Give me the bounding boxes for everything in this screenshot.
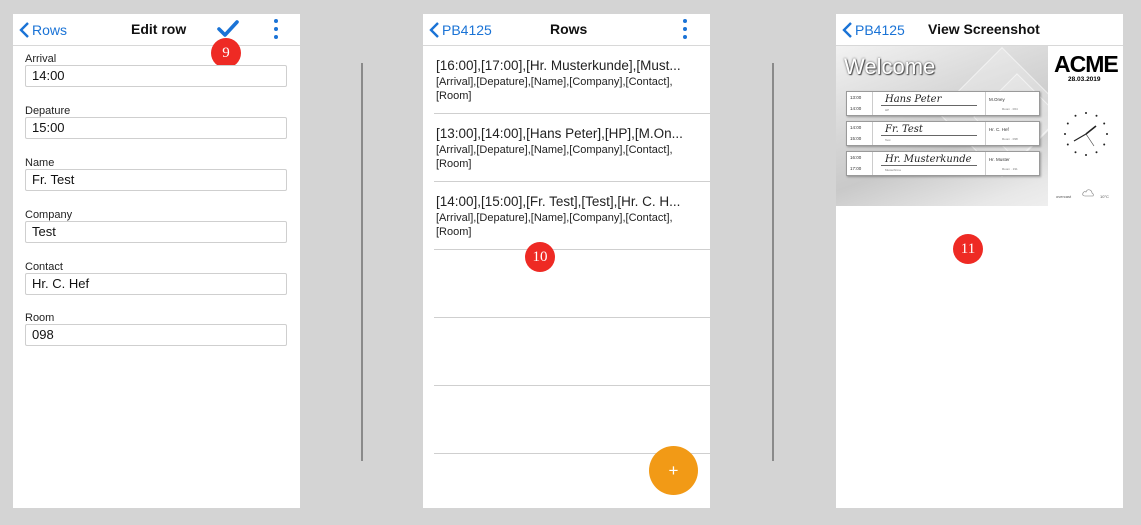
guest-card: 16:00 17:00 Hr. Musterkunde Musterfirma H…: [846, 151, 1040, 176]
list-item[interactable]: [14:00],[15:00],[Fr. Test],[Test],[Hr. C…: [434, 182, 710, 250]
departure-label: Depature: [25, 105, 71, 117]
name-field[interactable]: Fr. Test: [25, 169, 287, 191]
card-name: Hans Peter: [885, 94, 942, 105]
row-subtitle: [Arrival],[Depature],[Name],[Company],[C…: [436, 76, 673, 102]
info-panel: ACME 28.03.2019 overcast 10°C: [1048, 46, 1123, 206]
card-name: Fr. Test: [885, 124, 923, 135]
add-row-button[interactable]: +: [649, 446, 698, 495]
edit-row-screen: Rows Edit row 9 Arrival 14:00 Depature 1…: [13, 14, 300, 508]
card-times: 16:00 17:00: [847, 152, 873, 175]
weather-text: overcast: [1056, 194, 1072, 199]
checkmark-icon[interactable]: [216, 19, 240, 39]
row-subtitle: [Arrival],[Depature],[Name],[Company],[C…: [436, 212, 673, 238]
chevron-left-icon: [429, 22, 439, 38]
acme-logo: ACME: [1054, 51, 1119, 77]
chevron-left-icon: [842, 22, 852, 38]
divider: [772, 63, 774, 461]
card-company: HP: [885, 108, 890, 112]
row-title: [16:00],[17:00],[Hr. Musterkunde],[Must.…: [436, 58, 681, 73]
company-label: Company: [25, 209, 73, 221]
card-room: Room · 098: [1002, 137, 1018, 141]
card-times: 14:00 15:00: [847, 122, 873, 145]
more-menu-icon[interactable]: [678, 18, 692, 40]
card-company: Test: [885, 138, 891, 142]
card-contact: M.Oney: [989, 97, 1005, 102]
row-title: [13:00],[14:00],[Hans Peter],[HP],[M.On.…: [436, 126, 683, 141]
divider: [361, 63, 363, 461]
navbar: PB4125 View Screenshot: [836, 14, 1123, 46]
list-item[interactable]: [13:00],[14:00],[Hans Peter],[HP],[M.On.…: [434, 114, 710, 182]
chevron-left-icon: [19, 22, 29, 38]
row-title: [14:00],[15:00],[Fr. Test],[Test],[Hr. C…: [436, 194, 681, 209]
navbar: Rows Edit row: [13, 14, 300, 46]
empty-row: [434, 318, 710, 386]
cloud-icon: [1082, 189, 1094, 197]
contact-label: Contact: [25, 261, 63, 273]
clock-icon: [1064, 112, 1108, 156]
more-menu-icon[interactable]: [269, 18, 283, 40]
back-label: PB4125: [442, 22, 492, 38]
rows-list: [16:00],[17:00],[Hr. Musterkunde],[Must.…: [434, 46, 710, 454]
guest-card: 14:00 15:00 Fr. Test Test Hr. C. Hef Room…: [846, 121, 1040, 146]
view-screenshot-screen: PB4125 View Screenshot Welcome 13:00 14:0…: [836, 14, 1123, 508]
room-label: Room: [25, 312, 55, 324]
back-label: PB4125: [855, 22, 905, 38]
empty-row: [434, 386, 710, 454]
card-times: 13:00 14:00: [847, 92, 873, 115]
page-title: View Screenshot: [928, 21, 1040, 37]
step-badge: 11: [953, 234, 983, 264]
arrival-field[interactable]: 14:00: [25, 65, 287, 87]
departure-field[interactable]: 15:00: [25, 117, 287, 139]
guest-card: 13:00 14:00 Hans Peter HP M.Oney Room · 0…: [846, 91, 1040, 116]
card-contact: Hr. Muster: [989, 157, 1010, 162]
arrival-label: Arrival: [25, 53, 57, 65]
list-item[interactable]: [16:00],[17:00],[Hr. Musterkunde],[Must.…: [434, 46, 710, 114]
name-label: Name: [25, 157, 55, 169]
row-subtitle: [Arrival],[Depature],[Name],[Company],[C…: [436, 144, 673, 170]
page-title: Rows: [550, 21, 588, 37]
screenshot-preview: Welcome 13:00 14:00 Hans Peter HP M.Oney …: [836, 46, 1123, 206]
navbar: PB4125 Rows: [423, 14, 710, 46]
temperature: 10°C: [1100, 194, 1109, 199]
step-badge: 10: [525, 242, 555, 272]
room-field[interactable]: 098: [25, 324, 287, 346]
rows-screen: PB4125 Rows [16:00],[17:00],[Hr. Musterk…: [423, 14, 710, 508]
company-field[interactable]: Test: [25, 221, 287, 243]
welcome-heading: Welcome: [844, 54, 936, 79]
step-badge: 9: [211, 38, 241, 68]
contact-field[interactable]: Hr. C. Hef: [25, 273, 287, 295]
back-label: Rows: [32, 22, 68, 38]
card-name: Hr. Musterkunde: [885, 154, 972, 165]
card-room: Room · 064: [1002, 107, 1018, 111]
back-button[interactable]: PB4125: [842, 19, 905, 41]
card-company: Musterfirma: [885, 168, 901, 172]
empty-row: [434, 250, 710, 318]
page-title: Edit row: [131, 21, 187, 37]
date-label: 28.03.2019: [1068, 76, 1101, 83]
card-contact: Hr. C. Hef: [989, 127, 1009, 132]
back-button[interactable]: PB4125: [429, 19, 492, 41]
card-room: Room · 191: [1002, 167, 1018, 171]
back-button[interactable]: Rows: [19, 19, 67, 41]
